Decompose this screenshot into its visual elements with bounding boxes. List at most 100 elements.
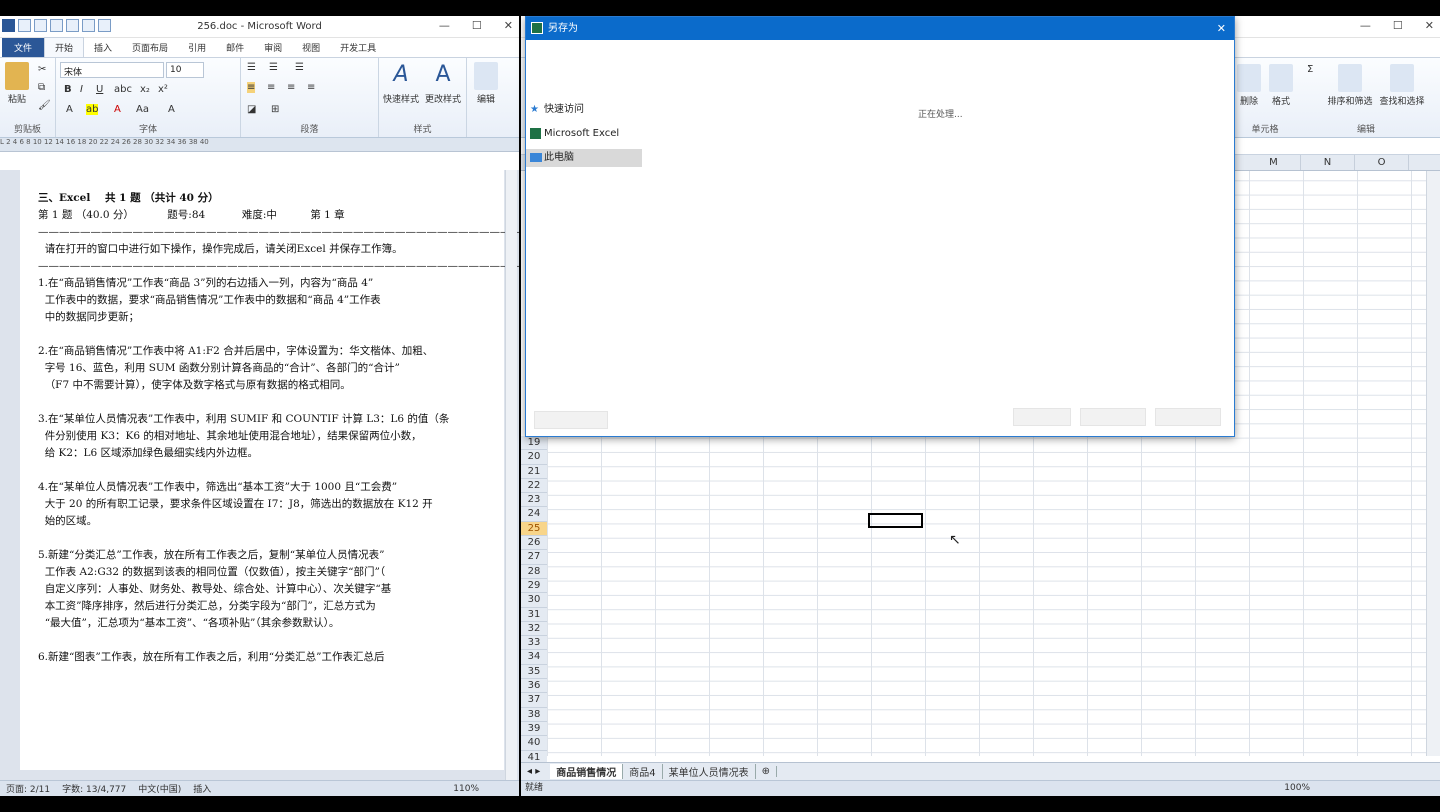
excel-app-icon [531, 22, 543, 34]
excel-maximize-icon[interactable]: ☐ [1393, 19, 1403, 32]
row-header[interactable]: 37 [521, 693, 547, 708]
sheet-tab-personnel[interactable]: 某单位人员情况表 [663, 764, 756, 779]
nav-microsoft-excel[interactable]: Microsoft Excel [526, 125, 619, 143]
grow-font-icon[interactable]: A [168, 104, 175, 115]
cut-icon[interactable]: ✂ [38, 64, 46, 75]
align-left-icon[interactable]: ≡ [247, 82, 256, 93]
row-header[interactable]: 28 [521, 564, 547, 579]
row-header[interactable]: 19 [521, 436, 547, 451]
font-color-icon[interactable]: A [114, 104, 121, 115]
row-header[interactable]: 30 [521, 593, 547, 608]
strikethrough-icon[interactable]: abc [114, 84, 132, 95]
word-count[interactable]: 字数: 13/4,777 [62, 782, 126, 795]
vertical-scrollbar[interactable] [505, 170, 517, 782]
bullets-icon[interactable]: ☰ [247, 62, 256, 73]
dialog-hide-folders-button[interactable] [534, 411, 608, 429]
font-name-select[interactable]: 宋体 [60, 62, 164, 78]
row-header[interactable]: 22 [521, 478, 547, 494]
tab-insert[interactable]: 插入 [84, 38, 122, 57]
subscript-icon[interactable]: x₂ [140, 84, 150, 95]
align-center-icon[interactable]: ≡ [267, 82, 275, 93]
dialog-save-button[interactable] [1080, 408, 1146, 426]
row-header[interactable]: 38 [521, 707, 547, 722]
sort-filter-button[interactable]: 排序和筛选 [1325, 64, 1375, 107]
insert-sheet-icon[interactable]: ⊕ [756, 766, 777, 777]
excel-vertical-scrollbar[interactable] [1426, 171, 1440, 756]
font-size-select[interactable]: 10 [166, 62, 204, 78]
row-header[interactable]: 29 [521, 578, 547, 594]
maximize-icon[interactable]: ☐ [472, 19, 482, 32]
nav-quick-access[interactable]: ★ 快速访问 [526, 101, 584, 119]
tab-review[interactable]: 审阅 [254, 38, 292, 57]
row-header[interactable]: 20 [521, 450, 547, 465]
row-header[interactable]: 26 [521, 536, 547, 551]
document-line: ————————————————————————————————————————… [38, 226, 519, 238]
dialog-cancel-button[interactable] [1155, 408, 1221, 426]
row-header[interactable]: 34 [521, 650, 547, 665]
multilevel-icon[interactable]: ☰ [295, 62, 304, 73]
format-painter-icon[interactable]: 🖌 [38, 100, 51, 111]
text-effects-icon[interactable]: A [66, 104, 73, 115]
row-header[interactable]: 40 [521, 736, 547, 751]
close-icon[interactable]: ✕ [504, 19, 513, 32]
paste-label: 粘贴 [7, 95, 26, 105]
language[interactable]: 中文(中国) [138, 782, 181, 795]
dialog-close-icon[interactable]: ✕ [1217, 17, 1226, 40]
sheet-nav-icon[interactable]: ◂ ▸ [521, 766, 550, 777]
row-header[interactable]: 27 [521, 550, 547, 565]
row-header[interactable]: 35 [521, 664, 547, 680]
edit-button[interactable]: 编辑 [471, 62, 501, 105]
row-header[interactable]: 24 [521, 507, 547, 522]
copy-icon[interactable]: ⧉ [38, 82, 45, 93]
word-zoom-level[interactable]: 110% [453, 784, 479, 794]
tab-references[interactable]: 引用 [178, 38, 216, 57]
column-header-o[interactable]: O [1355, 155, 1409, 170]
excel-minimize-icon[interactable]: — [1360, 19, 1371, 32]
delete-cells-button[interactable]: 删除 [1235, 64, 1263, 107]
italic-icon[interactable]: I [80, 84, 83, 95]
nav-this-pc[interactable]: 此电脑 [526, 149, 642, 167]
active-cell[interactable] [868, 513, 923, 528]
row-header[interactable]: 31 [521, 607, 547, 622]
shading-icon[interactable]: ◪ [247, 104, 256, 115]
paragraph-group: ☰ ☰ ☰ ≡ ≡ ≡ ≡ ◪ ⊞ 段落 [241, 58, 379, 137]
paste-button[interactable]: 粘贴 [4, 62, 30, 105]
row-header[interactable]: 33 [521, 636, 547, 651]
row-header[interactable]: 32 [521, 621, 547, 637]
format-cells-button[interactable]: 格式 [1267, 64, 1295, 107]
change-style-button[interactable]: A 更改样式 [423, 62, 463, 105]
minimize-icon[interactable]: — [439, 19, 450, 32]
justify-icon[interactable]: ≡ [307, 82, 315, 93]
tab-view[interactable]: 视图 [292, 38, 330, 57]
tab-file[interactable]: 文件 [2, 38, 45, 57]
excel-zoom-level[interactable]: 100% [1284, 781, 1310, 796]
highlight-icon[interactable]: ab [86, 104, 99, 115]
column-header-m[interactable]: M [1247, 155, 1301, 170]
excel-close-icon[interactable]: ✕ [1425, 19, 1434, 32]
row-header[interactable]: 21 [521, 464, 547, 479]
row-header[interactable]: 36 [521, 679, 547, 694]
sheet-tab-sales[interactable]: 商品销售情况 [550, 764, 624, 779]
borders-icon[interactable]: ⊞ [271, 104, 279, 115]
row-header[interactable]: 39 [521, 721, 547, 737]
underline-icon[interactable]: U [96, 84, 103, 95]
tab-page-layout[interactable]: 页面布局 [122, 38, 178, 57]
column-header-n[interactable]: N [1301, 155, 1355, 170]
superscript-icon[interactable]: x² [158, 84, 168, 95]
insert-mode[interactable]: 插入 [193, 782, 211, 795]
tab-mailings[interactable]: 邮件 [216, 38, 254, 57]
page-count[interactable]: 页面: 2/11 [6, 782, 50, 795]
bold-icon[interactable]: B [64, 84, 72, 95]
change-case-icon[interactable]: Aa [136, 104, 149, 115]
numbering-icon[interactable]: ☰ [269, 62, 278, 73]
sheet-tab-product4[interactable]: 商品4 [623, 764, 663, 779]
find-select-button[interactable]: 查找和选择 [1377, 64, 1427, 107]
tab-developer[interactable]: 开发工具 [330, 38, 386, 57]
quick-style-button[interactable]: A 快速样式 [381, 62, 421, 105]
tab-home[interactable]: 开始 [44, 37, 85, 57]
autosum-icon[interactable]: Σ [1307, 64, 1313, 75]
row-header[interactable]: 25 [521, 521, 547, 537]
row-header[interactable]: 23 [521, 493, 547, 508]
align-right-icon[interactable]: ≡ [287, 82, 295, 93]
dialog-tools-button[interactable] [1013, 408, 1071, 426]
